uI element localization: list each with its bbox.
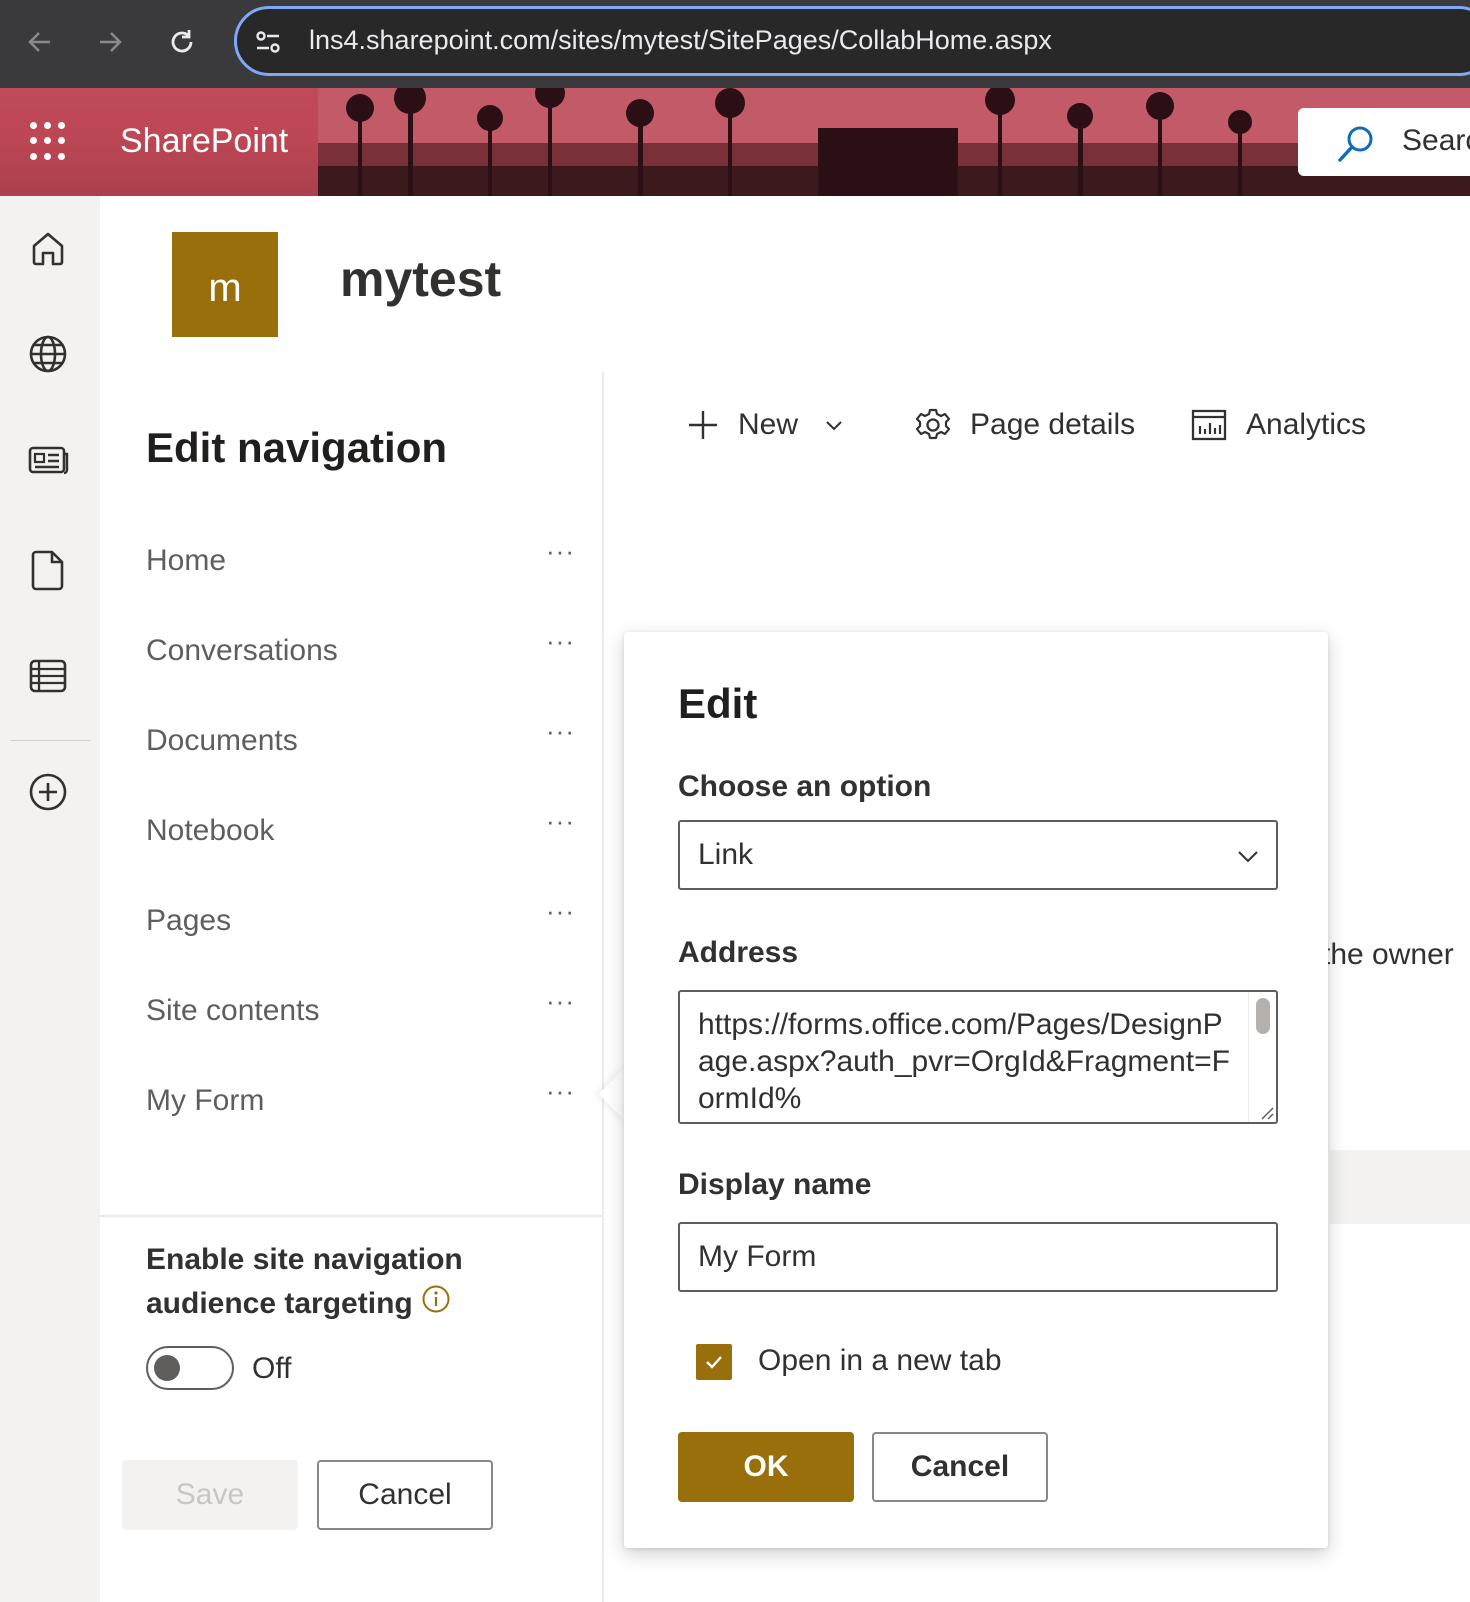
option-value: Link — [698, 838, 754, 871]
site-settings-icon[interactable] — [253, 27, 283, 62]
address-value: https://forms.office.com/Pages/DesignPag… — [698, 1008, 1230, 1115]
nav-item-my-form[interactable]: My Form ··· — [146, 1076, 576, 1136]
list-icon[interactable] — [24, 652, 72, 700]
browser-toolbar: lns4.sharepoint.com/sites/mytest/SitePag… — [0, 0, 1470, 88]
edit-navigation-panel: Edit navigation Home ··· Conversations ·… — [100, 372, 604, 1602]
panel-divider — [100, 1215, 602, 1217]
nav-item-notebook[interactable]: Notebook ··· — [146, 806, 576, 866]
back-button[interactable] — [20, 22, 60, 62]
nav-item-pages[interactable]: Pages ··· — [146, 896, 576, 956]
more-options-icon[interactable]: ··· — [546, 536, 586, 576]
address-bar[interactable]: lns4.sharepoint.com/sites/mytest/SitePag… — [234, 6, 1470, 76]
news-icon[interactable] — [24, 436, 72, 484]
nav-item-documents[interactable]: Documents ··· — [146, 716, 576, 776]
more-options-icon[interactable]: ··· — [546, 896, 586, 936]
analytics-button[interactable]: Analytics — [1190, 400, 1366, 450]
dialog-title: Edit — [678, 680, 758, 727]
nav-item-label: Pages — [146, 904, 232, 937]
rail-divider — [10, 740, 90, 741]
toggle-state-label: Off — [252, 1352, 292, 1385]
site-logo[interactable]: m — [172, 232, 278, 337]
app-name[interactable]: SharePoint — [120, 122, 288, 161]
info-icon[interactable] — [421, 1283, 451, 1327]
url-text: lns4.sharepoint.com/sites/mytest/SitePag… — [309, 25, 1052, 55]
nav-item-label: My Form — [146, 1084, 265, 1117]
save-button[interactable]: Save — [122, 1460, 298, 1530]
page-details-label: Page details — [970, 408, 1136, 441]
address-label: Address — [678, 936, 799, 969]
cancel-button[interactable]: Cancel — [317, 1460, 493, 1530]
background-block — [1330, 1150, 1470, 1224]
panel-title: Edit navigation — [146, 424, 448, 471]
globe-icon[interactable] — [24, 330, 72, 378]
analytics-label: Analytics — [1246, 408, 1367, 441]
nav-item-label: Documents — [146, 724, 298, 757]
address-textarea[interactable]: https://forms.office.com/Pages/DesignPag… — [678, 990, 1278, 1124]
open-new-tab-checkbox[interactable] — [696, 1344, 732, 1380]
nav-item-site-contents[interactable]: Site contents ··· — [146, 986, 576, 1046]
new-label: New — [738, 408, 799, 441]
textarea-scrollbar[interactable] — [1248, 992, 1276, 1122]
more-options-icon[interactable]: ··· — [546, 986, 586, 1026]
audience-targeting-label: Enable site navigation audience targetin… — [146, 1238, 566, 1327]
search-icon — [1338, 126, 1373, 162]
forward-button[interactable] — [90, 22, 130, 62]
scrollbar-thumb[interactable] — [1256, 998, 1270, 1034]
checkmark-icon — [706, 1356, 722, 1369]
page-details-button[interactable]: Page details — [914, 400, 1135, 450]
panel-border — [602, 372, 604, 1602]
edit-link-dialog: Edit Choose an option Link Address https… — [624, 632, 1328, 1548]
open-new-tab-label[interactable]: Open in a new tab — [758, 1344, 1002, 1378]
audience-targeting-toggle[interactable] — [146, 1346, 234, 1390]
more-options-icon[interactable]: ··· — [546, 626, 586, 666]
more-options-icon[interactable]: ··· — [546, 716, 586, 756]
option-dropdown[interactable]: Link — [678, 820, 1278, 890]
reload-icon — [171, 30, 193, 53]
add-icon[interactable] — [24, 768, 72, 816]
document-icon[interactable] — [24, 546, 72, 594]
resize-grip-icon[interactable] — [1258, 1104, 1274, 1120]
display-name-value: My Form — [698, 1240, 817, 1273]
option-label: Choose an option — [678, 770, 932, 803]
new-button[interactable]: New — [686, 400, 844, 450]
search-placeholder: Searc — [1402, 124, 1470, 157]
analytics-icon — [1191, 409, 1227, 441]
arrow-left-icon — [28, 32, 50, 52]
chevron-down-icon — [826, 421, 842, 431]
arrow-right-icon — [100, 32, 122, 52]
site-title[interactable]: mytest — [340, 250, 501, 308]
dialog-cancel-button[interactable]: Cancel — [872, 1432, 1048, 1502]
app-bar — [0, 196, 100, 1602]
more-options-icon[interactable]: ··· — [546, 806, 586, 846]
nav-item-home[interactable]: Home ··· — [146, 536, 576, 596]
background-text: the owner — [1322, 938, 1454, 971]
reload-button[interactable] — [162, 22, 202, 62]
home-icon[interactable] — [24, 224, 72, 272]
chevron-down-icon — [1238, 851, 1258, 863]
toggle-knob — [154, 1355, 180, 1381]
gear-icon — [915, 408, 951, 440]
more-options-icon[interactable]: ··· — [546, 1076, 586, 1116]
ok-button[interactable]: OK — [678, 1432, 854, 1502]
nav-item-label: Conversations — [146, 634, 338, 667]
display-name-label: Display name — [678, 1168, 872, 1201]
nav-item-label: Notebook — [146, 814, 275, 847]
app-launcher-icon[interactable] — [30, 122, 70, 162]
plus-icon — [689, 411, 717, 439]
search-box[interactable]: Searc — [1298, 108, 1470, 176]
audience-targeting-text: Enable site navigation audience targetin… — [146, 1243, 463, 1320]
nav-item-label: Home — [146, 544, 227, 577]
display-name-input[interactable]: My Form — [678, 1222, 1278, 1292]
nav-item-label: Site contents — [146, 994, 320, 1027]
nav-item-conversations[interactable]: Conversations ··· — [146, 626, 576, 686]
suite-bar: SharePoint Searc — [0, 88, 1470, 196]
